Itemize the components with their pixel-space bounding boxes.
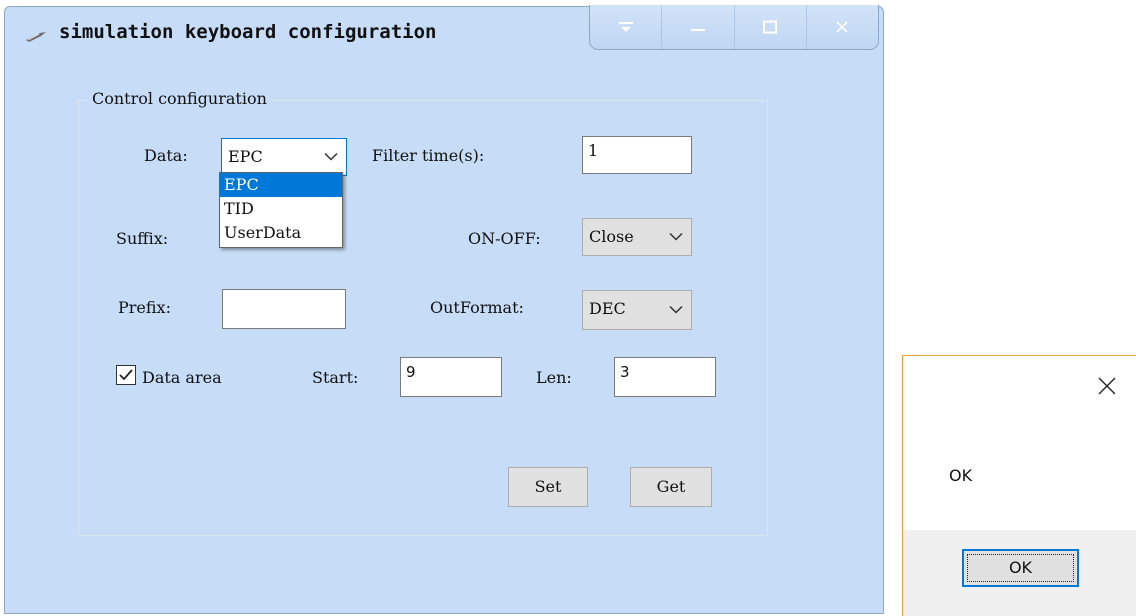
screen: simulation keyboard configuration Contro…: [0, 0, 1136, 616]
chevron-down-icon: [324, 152, 338, 161]
minimize-button[interactable]: [662, 5, 735, 49]
maximize-button[interactable]: [735, 5, 807, 49]
chevron-down-icon: [669, 305, 683, 314]
app-icon: [26, 32, 46, 42]
dropdown-option-tid[interactable]: TID: [220, 197, 342, 221]
start-label: Start:: [312, 368, 359, 387]
filter-time-input[interactable]: 1: [582, 136, 692, 174]
set-button[interactable]: Set: [508, 467, 588, 507]
data-label: Data:: [144, 146, 188, 165]
on-off-select-value: Close: [589, 227, 634, 246]
data-select-value: EPC: [228, 147, 263, 166]
data-area-checkbox[interactable]: [116, 365, 136, 385]
maximize-icon: [763, 20, 778, 34]
group-legend: Control configuration: [88, 88, 271, 110]
dropdown-option-userdata[interactable]: UserData: [220, 221, 342, 245]
len-input[interactable]: 3: [614, 357, 716, 397]
on-off-select[interactable]: Close: [582, 218, 692, 256]
outformat-label: OutFormat:: [430, 298, 524, 317]
chevron-down-icon: [669, 232, 683, 241]
data-select[interactable]: EPC: [221, 138, 347, 176]
title-bar[interactable]: simulation keyboard configuration: [5, 5, 883, 57]
data-area-label[interactable]: Data area: [142, 367, 222, 389]
suffix-label: Suffix:: [116, 229, 169, 248]
message-text: OK: [949, 466, 973, 485]
ok-button[interactable]: OK: [962, 549, 1079, 587]
outformat-select[interactable]: DEC: [582, 290, 692, 330]
on-off-label: ON-OFF:: [468, 229, 541, 248]
close-button[interactable]: [807, 5, 878, 49]
prefix-label: Prefix:: [118, 298, 171, 317]
len-label: Len:: [536, 368, 572, 387]
start-input[interactable]: 9: [400, 357, 502, 397]
outformat-select-value: DEC: [589, 299, 626, 318]
close-icon: [836, 21, 848, 33]
minimize-icon: [690, 29, 705, 31]
filter-time-label: Filter time(s):: [372, 146, 485, 165]
menu-button[interactable]: [590, 5, 663, 49]
prefix-input[interactable]: [222, 289, 346, 329]
menu-icon: [618, 22, 633, 32]
checkmark-icon: [119, 369, 133, 381]
data-dropdown-list: EPC TID UserData: [219, 172, 343, 248]
close-icon[interactable]: [1097, 376, 1117, 396]
get-button[interactable]: Get: [630, 467, 712, 507]
caption-buttons: [589, 5, 879, 50]
window-title: simulation keyboard configuration: [59, 21, 437, 43]
dropdown-option-epc[interactable]: EPC: [220, 173, 342, 197]
